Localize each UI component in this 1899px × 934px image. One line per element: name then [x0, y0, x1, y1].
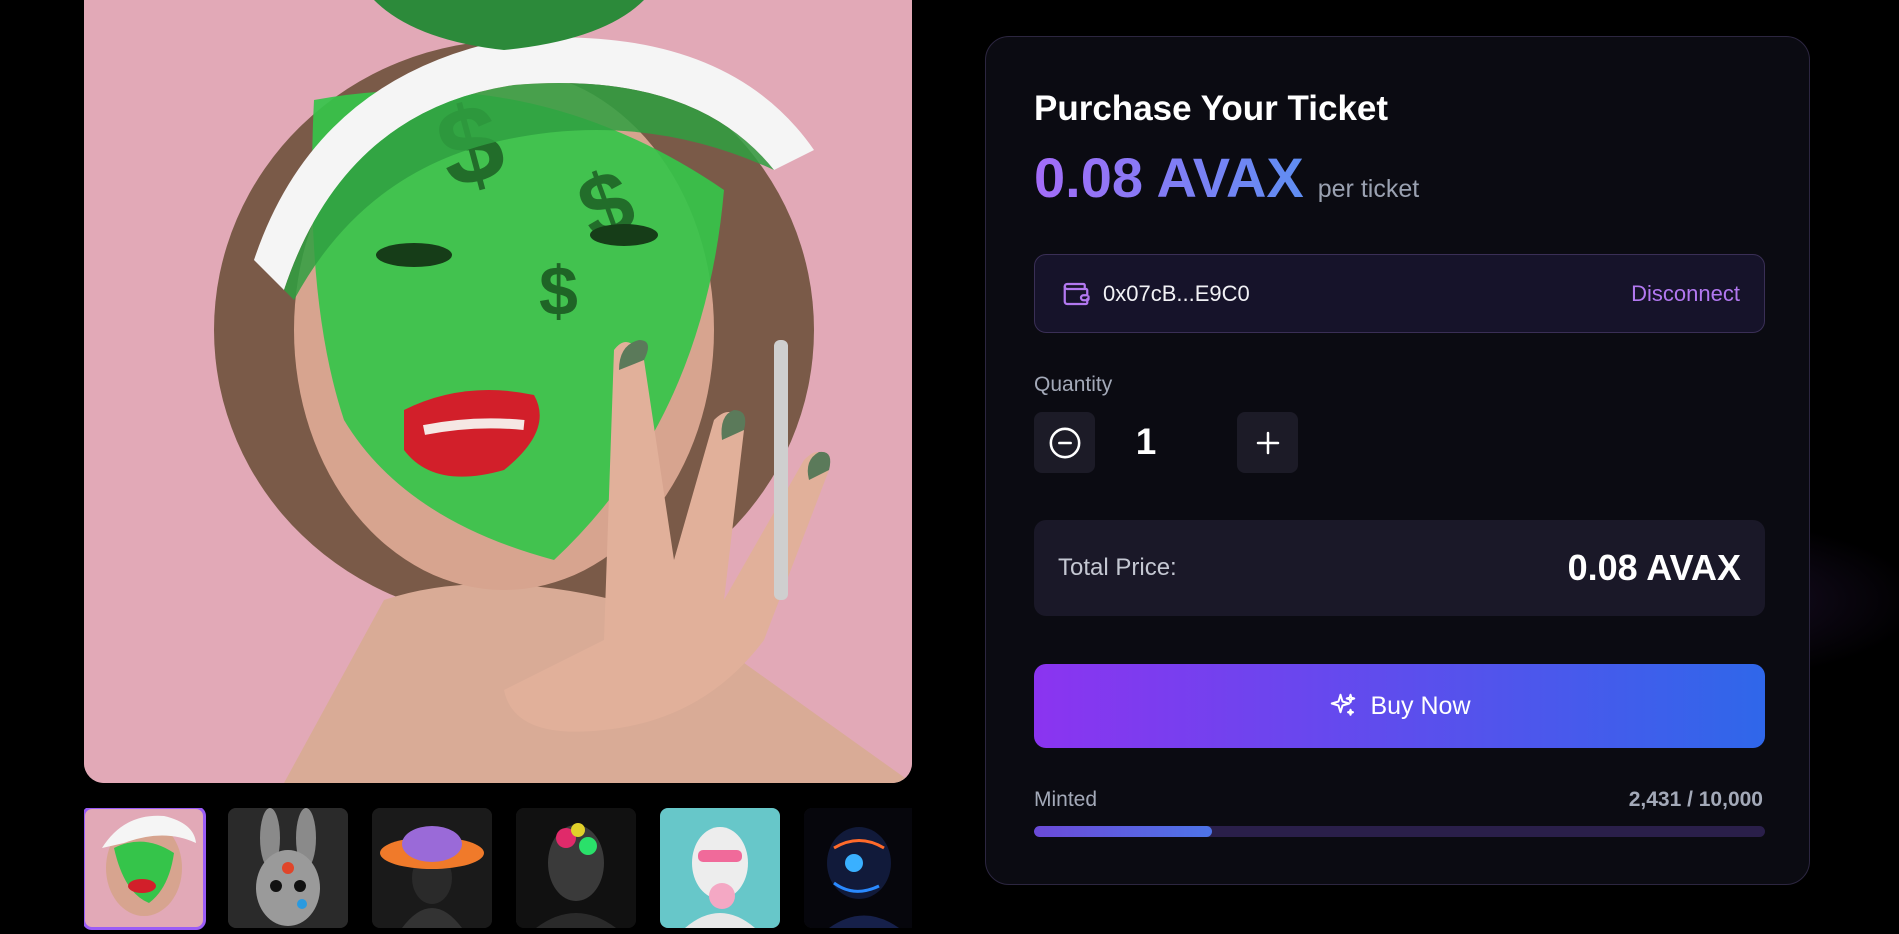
total-price-label: Total Price: [1058, 554, 1177, 581]
price-unit: per ticket [1317, 175, 1420, 203]
minted-label: Minted [1034, 788, 1098, 811]
sparkles-icon [1331, 693, 1356, 716]
thumbnail-3[interactable] [372, 808, 492, 928]
ticket-price: 0.08 AVAX [1034, 146, 1304, 209]
wallet-connection: 0x07cB...E9C0 Disconnect [1034, 254, 1765, 333]
card-title: Purchase Your Ticket [1034, 89, 1389, 128]
buy-now-label: Buy Now [1370, 691, 1471, 720]
thumbnail-2[interactable] [228, 808, 348, 928]
minted-count: 2,431 / 10,000 [1628, 788, 1763, 811]
buy-now-button[interactable]: Buy Now [1034, 664, 1765, 748]
thumbnail-1[interactable] [84, 808, 206, 930]
minted-progress-fill [1034, 826, 1212, 837]
total-price-box: Total Price: 0.08 AVAX [1034, 520, 1765, 616]
increment-button[interactable] [1237, 412, 1298, 473]
thumbnail-5[interactable] [660, 808, 780, 928]
decrement-button[interactable] [1034, 412, 1095, 473]
wallet-icon [1063, 282, 1090, 305]
wallet-address: 0x07cB...E9C0 [1103, 280, 1250, 306]
price-row: 0.08 AVAX per ticket [1034, 145, 1419, 210]
svg-text:$: $ [539, 252, 578, 330]
minus-circle-icon [1049, 427, 1080, 458]
quantity-label: Quantity [1034, 373, 1113, 396]
total-price-value: 0.08 AVAX [1567, 547, 1741, 588]
minted-progress-bar [1034, 826, 1765, 837]
quantity-value: 1 [1135, 421, 1157, 462]
thumbnail-4[interactable] [516, 808, 636, 928]
thumbnail-strip [84, 808, 912, 934]
main-artwork-image: $ $ $ [84, 0, 912, 783]
plus-icon [1256, 431, 1279, 454]
purchase-card: Purchase Your Ticket 0.08 AVAX per ticke… [985, 36, 1810, 885]
thumbnail-6[interactable] [804, 808, 912, 928]
disconnect-button[interactable]: Disconnect [1631, 281, 1740, 307]
